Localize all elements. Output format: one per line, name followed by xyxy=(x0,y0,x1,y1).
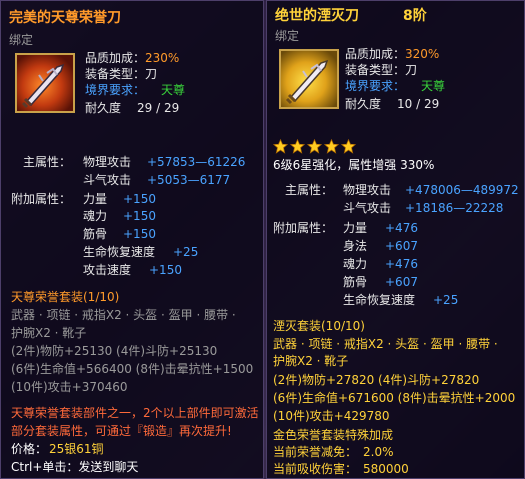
extra-attr-value-agility: +607 xyxy=(385,239,418,253)
extra-attr-label-atk-speed: 攻击速度 xyxy=(83,263,132,277)
item-tooltip-right: 绝世的湮灭刀 8阶 绑定 品质加成： 320% 装备类型： 刀 境界要求： 天尊… xyxy=(266,0,525,479)
set-bonus-1: (2件)物防+27820 (4件)斗防+27820 xyxy=(273,373,480,387)
qi-atk-value: +18186—22228 xyxy=(405,201,504,215)
extra-attr-value-soul: +150 xyxy=(123,209,156,223)
quality-label: 品质加成： xyxy=(85,51,146,65)
durability-value: 10 / 29 xyxy=(397,97,440,111)
set-note-line1: 天尊荣誉套装部件之一，2个以上部件即可激活 xyxy=(11,406,259,420)
quality-value: 230% xyxy=(145,51,180,65)
bound-label: 绑定 xyxy=(9,33,34,47)
gold-set-bonus: 金色荣誉套装特殊加成 xyxy=(273,428,394,442)
sword-icon xyxy=(15,53,75,113)
extra-attr-value-hp-regen: +25 xyxy=(173,245,199,259)
extra-attr-label-tendon: 筋骨 xyxy=(83,227,108,241)
ctrl-click-hint: Ctrl+单击：发送到聊天 xyxy=(11,460,139,474)
durability-label: 耐久度 xyxy=(345,97,382,111)
extra-attr-value-atk-speed: +150 xyxy=(149,263,182,277)
extra-attr-label: 附加属性： xyxy=(273,221,334,235)
phys-atk-label: 物理攻击 xyxy=(83,155,132,169)
star-icon xyxy=(341,139,356,154)
star-icon xyxy=(307,139,322,154)
realm-value: 天尊 xyxy=(421,79,446,93)
extra-attr-label-soul: 魂力 xyxy=(83,209,108,223)
main-attr-label: 主属性： xyxy=(285,183,334,197)
set-items-line1: 武器 · 项链 · 戒指X2 · 头盔 · 盔甲 · 腰带 · xyxy=(273,337,498,351)
realm-value: 天尊 xyxy=(161,83,186,97)
main-attr-label: 主属性： xyxy=(23,155,72,169)
qi-atk-label: 斗气攻击 xyxy=(83,173,132,187)
extra-attr-label-strength: 力量 xyxy=(343,221,368,235)
realm-label: 境界要求： xyxy=(345,79,406,93)
set-bonus-3: (10件)攻击+429780 xyxy=(273,409,390,423)
enhance-text: 6级6星强化，属性增强 330% xyxy=(273,158,435,172)
qi-atk-label: 斗气攻击 xyxy=(343,201,392,215)
extra-attr-label-hp-regen: 生命恢复速度 xyxy=(343,293,416,307)
item-title: 绝世的湮灭刀 xyxy=(275,8,359,24)
type-label: 装备类型： xyxy=(85,67,146,81)
star-icon xyxy=(324,139,339,154)
set-title: 湮灭套装(10/10) xyxy=(273,319,365,333)
type-value: 刀 xyxy=(405,63,418,77)
extra-attr-value-strength: +476 xyxy=(385,221,418,235)
set-items-line1: 武器 · 项链 · 戒指X2 · 头盔 · 盔甲 · 腰带 · xyxy=(11,308,236,322)
set-bonus-2: (6件)生命值+566400 (8件)击晕抗性+1500 xyxy=(11,362,254,376)
set-items-line2: 护腕X2 · 靴子 xyxy=(11,326,87,340)
durability-label: 耐久度 xyxy=(85,101,122,115)
absorb-damage-value: 580000 xyxy=(363,462,409,476)
price-value: 25银61铜 xyxy=(49,442,104,456)
extra-attr-value-strength: +150 xyxy=(123,192,156,206)
phys-atk-label: 物理攻击 xyxy=(343,183,392,197)
item-grade: 8阶 xyxy=(403,8,427,24)
star-rating xyxy=(273,139,358,157)
absorb-damage-label: 当前吸收伤害： xyxy=(273,462,358,476)
set-bonus-3: (10件)攻击+370460 xyxy=(11,380,128,394)
extra-attr-label-tendon: 筋骨 xyxy=(343,275,368,289)
extra-attr-label: 附加属性： xyxy=(11,192,72,206)
qi-atk-value: +5053—6177 xyxy=(147,173,231,187)
item-tooltip-left: 完美的天尊荣誉刀 绑定 品质加成： 230% 装备类型： 刀 境界要求： 天尊 … xyxy=(0,0,264,479)
set-bonus-2: (6件)生命值+671600 (8件)击晕抗性+2000 xyxy=(273,391,516,405)
set-bonus-1: (2件)物防+25130 (4件)斗防+25130 xyxy=(11,344,218,358)
extra-attr-value-hp-regen: +25 xyxy=(433,293,459,307)
extra-attr-label-soul: 魂力 xyxy=(343,257,368,271)
set-note-line2: 部分套装属性，可通过『锻造』再次提升! xyxy=(11,424,232,438)
extra-attr-value-tendon: +607 xyxy=(385,275,418,289)
price-label: 价格： xyxy=(11,442,48,456)
extra-attr-value-tendon: +150 xyxy=(123,227,156,241)
type-label: 装备类型： xyxy=(345,63,406,77)
realm-label: 境界要求： xyxy=(85,83,146,97)
quality-value: 320% xyxy=(405,47,440,61)
star-icon xyxy=(290,139,305,154)
honor-reduce-value: 2.0% xyxy=(363,445,394,459)
bound-label: 绑定 xyxy=(275,29,300,43)
extra-attr-value-soul: +476 xyxy=(385,257,418,271)
extra-attr-label-strength: 力量 xyxy=(83,192,108,206)
phys-atk-value: +478006—489972 xyxy=(405,183,519,197)
quality-label: 品质加成： xyxy=(345,47,406,61)
phys-atk-value: +57853—61226 xyxy=(147,155,246,169)
set-items-line2: 护腕X2 · 靴子 xyxy=(273,354,349,368)
extra-attr-label-hp-regen: 生命恢复速度 xyxy=(83,245,156,259)
star-icon xyxy=(273,139,288,154)
extra-attr-label-agility: 身法 xyxy=(343,239,368,253)
set-title: 天尊荣誉套装(1/10) xyxy=(11,290,120,304)
sword-icon xyxy=(279,49,339,109)
honor-reduce-label: 当前荣誉减免： xyxy=(273,445,358,459)
type-value: 刀 xyxy=(145,67,158,81)
item-title: 完美的天尊荣誉刀 xyxy=(9,10,121,26)
durability-value: 29 / 29 xyxy=(137,101,180,115)
